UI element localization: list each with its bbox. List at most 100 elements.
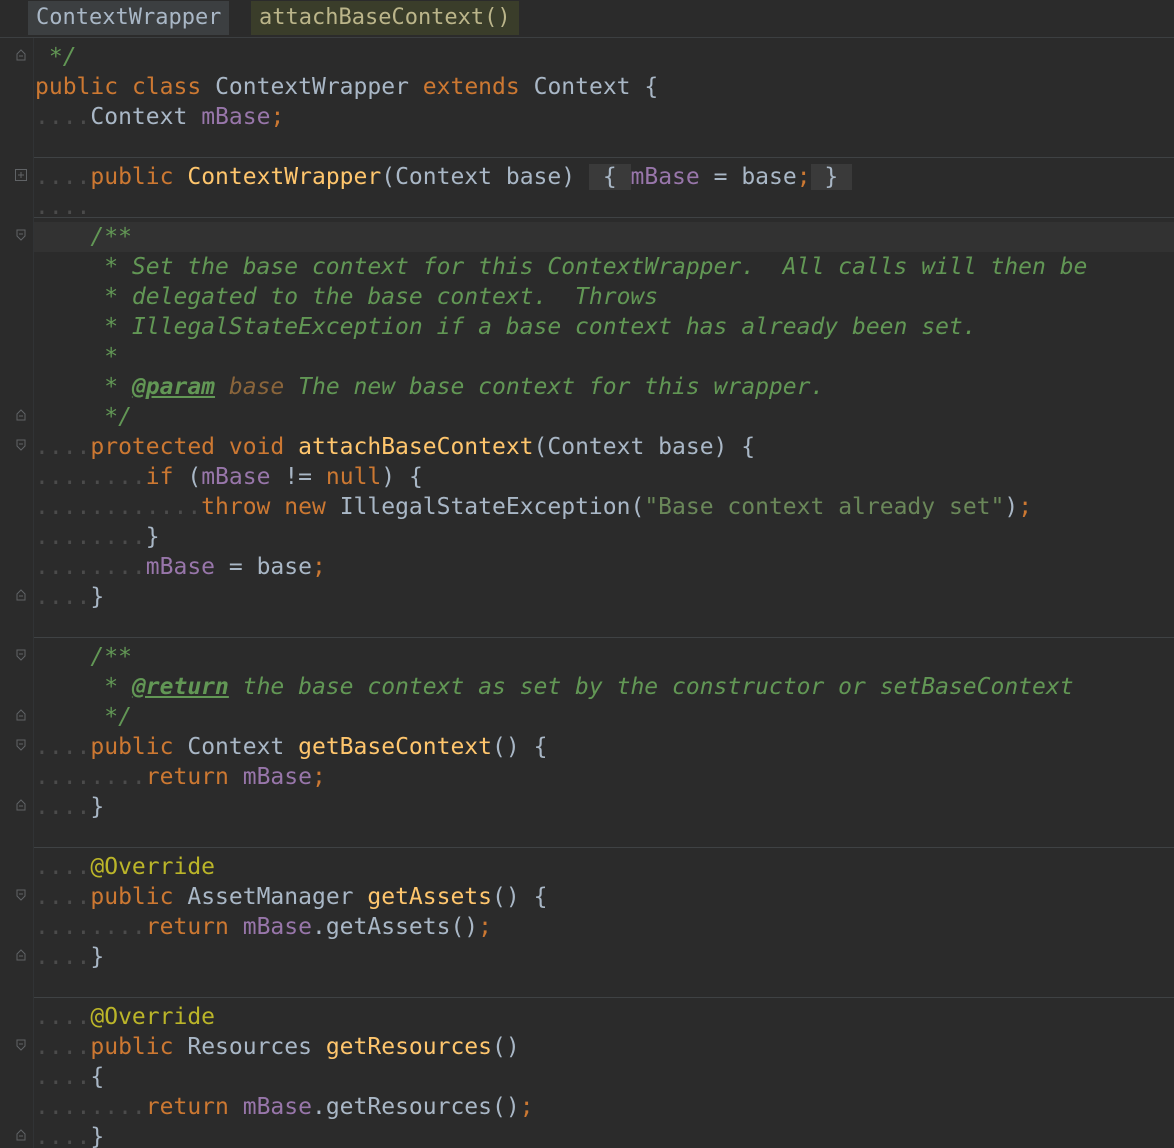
field-token: mBase (242, 1094, 312, 1120)
code-line: */ (34, 402, 1174, 432)
fold-end-icon[interactable] (14, 408, 28, 422)
whitespace-marker (173, 1034, 187, 1060)
keyword-token: void (228, 434, 285, 460)
whitespace-marker (354, 884, 368, 910)
whitespace-marker (201, 74, 215, 100)
comment-text: * (90, 344, 119, 370)
identifier-token: = (699, 164, 742, 190)
code-line: ....{ (34, 1062, 1174, 1092)
identifier-token: ( (187, 464, 202, 490)
code-line: ........} (34, 522, 1174, 552)
keyword-token: public (90, 1034, 174, 1060)
field-token: mBase (201, 464, 271, 490)
code-line: */ (34, 42, 1174, 72)
whitespace-marker: ........ (35, 464, 146, 490)
code-line: .... (34, 192, 1174, 222)
indent-marker (35, 644, 90, 670)
comment-text: * delegated to the base context. Throws (90, 284, 659, 310)
indent-marker (35, 254, 90, 280)
whitespace-marker: ........ (35, 1094, 146, 1120)
javadoc-param-name: base (228, 374, 285, 400)
breadcrumb: ContextWrapper attachBaseContext() (0, 0, 1174, 38)
code-line: public class ContextWrapper extends Cont… (34, 72, 1174, 102)
identifier-token: } (90, 1124, 105, 1148)
code-line: ....} (34, 942, 1174, 972)
identifier-token: base (741, 164, 797, 190)
keyword-token: ; (519, 1094, 534, 1120)
fold-collapse-icon[interactable] (14, 1038, 28, 1052)
breadcrumb-method[interactable]: attachBaseContext() (251, 1, 519, 35)
fold-collapse-icon[interactable] (14, 228, 28, 242)
keyword-token: ; (270, 104, 285, 130)
identifier-token: { (533, 734, 548, 760)
folded-region[interactable]: } (810, 164, 853, 190)
whitespace-marker: .... (35, 794, 91, 820)
identifier-token: () (492, 1034, 520, 1060)
identifier-token: { (630, 74, 659, 100)
identifier-token: } (145, 524, 160, 550)
method-name-token: attachBaseContext (298, 434, 534, 460)
field-token: mBase (242, 764, 312, 790)
folded-region[interactable]: { (588, 164, 631, 190)
keyword-token: extends (422, 74, 520, 100)
whitespace-marker (118, 74, 132, 100)
comment-text: * (90, 374, 132, 400)
identifier-token: .getAssets() (311, 914, 479, 940)
comment-text: the base context as set by the construct… (228, 674, 1074, 700)
identifier-token: } (90, 944, 105, 970)
fold-expand-icon[interactable] (14, 168, 28, 182)
whitespace-marker: ........ (35, 554, 146, 580)
indent-marker (35, 284, 90, 310)
method-name-token: getBaseContext (298, 734, 493, 760)
identifier-token: = (215, 554, 257, 580)
code-line: * @return the base context as set by the… (34, 672, 1174, 702)
whitespace-marker: .... (35, 104, 91, 130)
whitespace-marker (520, 884, 534, 910)
code-line: ........mBase = base; (34, 552, 1174, 582)
code-editor[interactable]: ContextWrapper attachBaseContext() */ pu… (0, 0, 1174, 1148)
whitespace-marker: .... (35, 1004, 91, 1030)
whitespace-marker (173, 734, 187, 760)
whitespace-marker (229, 914, 243, 940)
code-line: * @param base The new base context for t… (34, 372, 1174, 402)
breadcrumb-class[interactable]: ContextWrapper (28, 1, 230, 35)
code-line: ....Context mBase; (34, 102, 1174, 132)
identifier-token: { (90, 1064, 105, 1090)
whitespace-marker (173, 164, 187, 190)
code-line: ........return mBase; (34, 762, 1174, 792)
keyword-token: protected (90, 434, 216, 460)
whitespace-marker (492, 164, 506, 190)
field-token: mBase (242, 914, 312, 940)
whitespace-marker: .... (35, 1064, 91, 1090)
keyword-token: if (145, 464, 174, 490)
fold-end-icon[interactable] (14, 1128, 28, 1142)
code-line: ....public ContextWrapper(Context base) … (34, 162, 1174, 192)
fold-collapse-icon[interactable] (14, 888, 28, 902)
whitespace-marker (520, 74, 534, 100)
fold-end-icon[interactable] (14, 708, 28, 722)
code-line: ....@Override (34, 1002, 1174, 1032)
identifier-token: != (284, 464, 313, 490)
fold-end-icon[interactable] (14, 48, 28, 62)
indent-marker: .... (35, 194, 91, 220)
whitespace-marker (215, 434, 229, 460)
fold-end-icon[interactable] (14, 588, 28, 602)
code-area[interactable]: */ public class ContextWrapper extends C… (34, 42, 1174, 1148)
whitespace-marker: ........ (35, 524, 146, 550)
code-line: ........return mBase.getResources(); (34, 1092, 1174, 1122)
fold-end-icon[interactable] (14, 948, 28, 962)
fold-collapse-icon[interactable] (14, 648, 28, 662)
code-line: ....} (34, 582, 1174, 612)
code-line: /** (34, 642, 1174, 672)
whitespace-marker: ............ (35, 494, 202, 520)
whitespace-marker (727, 434, 741, 460)
fold-collapse-icon[interactable] (14, 438, 28, 452)
javadoc-tag: @param (131, 374, 216, 400)
keyword-token: throw (201, 494, 271, 520)
fold-collapse-icon[interactable] (14, 738, 28, 752)
annotation-token: @Override (90, 1004, 216, 1030)
field-token: mBase (201, 104, 271, 130)
whitespace-marker: .... (35, 884, 91, 910)
fold-end-icon[interactable] (14, 798, 28, 812)
